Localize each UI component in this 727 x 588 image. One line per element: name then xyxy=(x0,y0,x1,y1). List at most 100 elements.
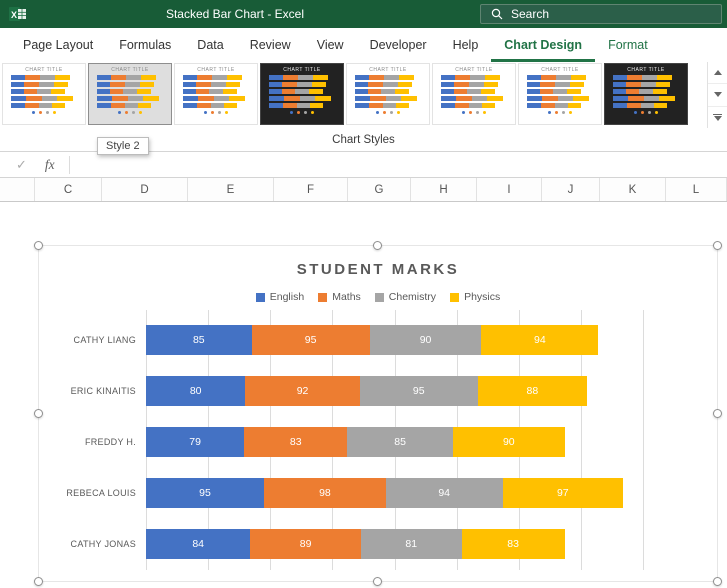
chart-resize-handle-bottom-right[interactable] xyxy=(713,577,722,586)
tab-chart-design[interactable]: Chart Design xyxy=(491,28,596,62)
chart-resize-handle-bottom-middle[interactable] xyxy=(373,577,382,586)
chart-styles-group-label: Chart Styles xyxy=(332,133,395,146)
gallery-more-icon[interactable] xyxy=(708,105,727,128)
tab-page-layout[interactable]: Page Layout xyxy=(10,28,106,62)
bar-track: 79 83 85 90 xyxy=(146,426,643,457)
category-label: CATHY LIANG xyxy=(73,334,136,345)
chart-resize-handle-middle-right[interactable] xyxy=(713,408,722,418)
chart-row: CATHY LIANG 85 95 90 94 xyxy=(39,314,717,365)
chart-style-thumb-8[interactable]: Chart Title xyxy=(604,63,688,125)
gallery-scrollbar xyxy=(707,62,727,128)
bar-segment-maths[interactable]: 92 xyxy=(245,375,360,406)
title-bar: X Stacked Bar Chart - Excel Search xyxy=(0,0,727,28)
bar-segment-physics[interactable]: 90 xyxy=(452,426,565,457)
bar-segment-english[interactable]: 79 xyxy=(146,426,245,457)
column-header-D[interactable]: D xyxy=(102,178,188,201)
bar-segment-maths[interactable]: 95 xyxy=(251,324,370,355)
tab-help[interactable]: Help xyxy=(440,28,492,62)
bar-segment-english[interactable]: 85 xyxy=(146,324,252,355)
bar-segment-maths[interactable]: 83 xyxy=(244,426,348,457)
thumb-title: Chart Title xyxy=(283,67,321,73)
column-header-F[interactable]: F xyxy=(274,178,348,201)
bar-segment-chemistry[interactable]: 94 xyxy=(385,477,503,508)
legend-swatch xyxy=(255,292,265,302)
enter-check-icon[interactable]: ✓ xyxy=(16,157,27,173)
chart-legend: English Maths Chemistry Physics xyxy=(39,291,717,303)
bar-segment-maths[interactable]: 89 xyxy=(250,528,361,559)
bar-segment-physics[interactable]: 94 xyxy=(481,324,599,355)
bar-segment-chemistry[interactable]: 85 xyxy=(347,426,453,457)
tab-review[interactable]: Review xyxy=(237,28,304,62)
gallery-scroll-down-icon[interactable] xyxy=(708,83,727,105)
chart-plot-area: CATHY LIANG 85 95 90 94 ERIC KINAITIS 80 92 95 88… xyxy=(39,310,717,570)
bar-segment-physics[interactable]: 83 xyxy=(461,528,565,559)
tab-view[interactable]: View xyxy=(304,28,357,62)
column-header-I[interactable]: I xyxy=(477,178,542,201)
chart-row: FREDDY H. 79 83 85 90 xyxy=(39,416,717,467)
thumb-title: Chart Title xyxy=(455,67,493,73)
legend-item-maths[interactable]: Maths xyxy=(318,291,361,303)
chart-row: CATHY JONAS 84 89 81 83 xyxy=(39,518,717,569)
legend-label: Chemistry xyxy=(388,291,437,303)
chart-style-thumb-7[interactable]: Chart Title xyxy=(518,63,602,125)
bar-track: 95 98 94 97 xyxy=(146,477,643,508)
chart-object[interactable]: STUDENT MARKS English Maths Chemistry Physi… xyxy=(34,241,722,586)
column-header-H[interactable]: H xyxy=(411,178,477,201)
legend-label: Maths xyxy=(332,291,361,303)
category-label: ERIC KINAITIS xyxy=(70,385,136,396)
bar-segment-english[interactable]: 95 xyxy=(146,477,265,508)
chart-style-thumb-3[interactable]: Chart Title xyxy=(174,63,258,125)
thumb-title: Chart Title xyxy=(369,67,407,73)
formula-input[interactable] xyxy=(69,152,727,177)
bar-segment-chemistry[interactable]: 90 xyxy=(369,324,482,355)
chart-resize-handle-bottom-left[interactable] xyxy=(34,577,43,586)
chart-resize-handle-top-left[interactable] xyxy=(34,241,43,250)
bar-segment-english[interactable]: 80 xyxy=(146,375,246,406)
window-title: Stacked Bar Chart - Excel xyxy=(165,7,305,21)
chart-style-thumb-6[interactable]: Chart Title xyxy=(432,63,516,125)
thumb-title: Chart Title xyxy=(25,67,63,73)
chart-title[interactable]: STUDENT MARKS xyxy=(39,261,717,278)
column-header-C[interactable]: C xyxy=(35,178,102,201)
gallery-scroll-up-icon[interactable] xyxy=(708,62,727,83)
legend-item-english[interactable]: English xyxy=(255,291,304,303)
legend-item-physics[interactable]: Physics xyxy=(450,291,500,303)
category-label: REBECA LOUIS xyxy=(66,487,136,498)
column-header-J[interactable]: J xyxy=(542,178,600,201)
tab-data[interactable]: Data xyxy=(184,28,236,62)
chart-style-thumb-5[interactable]: Chart Title xyxy=(346,63,430,125)
legend-swatch xyxy=(374,292,384,302)
bar-segment-english[interactable]: 84 xyxy=(146,528,251,559)
thumb-title: Chart Title xyxy=(111,67,149,73)
bar-segment-physics[interactable]: 97 xyxy=(502,477,624,508)
ribbon-tab-strip: Page Layout Formulas Data Review View Develop… xyxy=(0,28,727,62)
thumb-title: Chart Title xyxy=(541,67,579,73)
tab-formulas[interactable]: Formulas xyxy=(106,28,184,62)
chart-style-thumb-4[interactable]: Chart Title xyxy=(260,63,344,125)
chart-resize-handle-top-middle[interactable] xyxy=(373,241,382,250)
chart-style-thumb-1[interactable]: Chart Title xyxy=(2,63,86,125)
column-header-G[interactable]: G xyxy=(348,178,411,201)
insert-function-icon[interactable]: fx xyxy=(45,157,55,173)
bar-segment-maths[interactable]: 98 xyxy=(264,477,386,508)
bar-segment-chemistry[interactable]: 81 xyxy=(360,528,462,559)
worksheet[interactable]: STUDENT MARKS English Maths Chemistry Physi… xyxy=(0,202,727,588)
column-header-E[interactable]: E xyxy=(188,178,274,201)
legend-item-chemistry[interactable]: Chemistry xyxy=(374,291,437,303)
search-input[interactable]: Search xyxy=(480,4,722,24)
legend-label: Physics xyxy=(464,291,501,303)
tab-developer[interactable]: Developer xyxy=(357,28,440,62)
chart-style-thumb-2[interactable]: Chart Title xyxy=(88,63,172,125)
column-header-K[interactable]: K xyxy=(600,178,666,201)
bar-track: 80 92 95 88 xyxy=(146,375,643,406)
search-label: Search xyxy=(511,7,550,21)
bar-segment-chemistry[interactable]: 95 xyxy=(359,375,478,406)
bar-segment-physics[interactable]: 88 xyxy=(477,375,588,406)
chart-resize-handle-middle-left[interactable] xyxy=(34,408,43,418)
thumb-title: Chart Title xyxy=(197,67,235,73)
thumb-title: Chart Title xyxy=(627,67,665,73)
column-header-L[interactable]: L xyxy=(666,178,727,201)
chart-resize-handle-top-right[interactable] xyxy=(713,241,722,250)
chart-row: ERIC KINAITIS 80 92 95 88 xyxy=(39,365,717,416)
tab-format[interactable]: Format xyxy=(595,28,661,62)
